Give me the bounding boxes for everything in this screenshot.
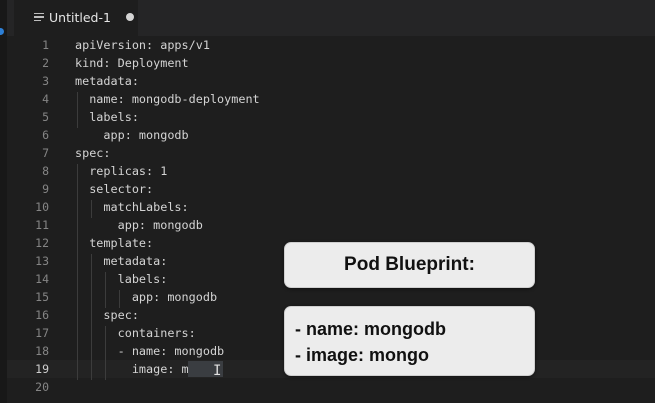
code-text[interactable]: selector: [75,180,153,198]
line-number: 9 [42,182,49,196]
code-text[interactable]: replicas: 1 [75,162,167,180]
line-number: 1 [42,38,49,52]
code-text[interactable]: template: [75,234,153,252]
code-line[interactable]: 3 metadata: [7,72,655,90]
line-number: 5 [42,110,49,124]
code-text[interactable]: metadata: [75,252,167,270]
code-text[interactable]: metadata: [75,72,139,90]
tab-untitled-1[interactable]: Untitled-1 [14,0,138,36]
tab-title: Untitled-1 [49,10,111,25]
code-line[interactable]: 9 selector: [7,180,655,198]
line-number: 6 [42,128,49,142]
text-cursor-icon: I [213,363,222,379]
unsaved-dot-icon[interactable] [126,13,134,21]
code-text[interactable]: apiVersion: apps/v1 [75,36,210,54]
line-number: 15 [35,290,49,304]
line-number: 10 [35,200,49,214]
callout-item-image: - image: mongo [295,345,429,365]
pod-blueprint-callout: Pod Blueprint: [284,242,535,288]
indent-guide [105,272,106,308]
code-line[interactable]: 2 kind: Deployment [7,54,655,72]
code-text[interactable]: app: mongodb [75,216,203,234]
code-text[interactable]: app: mongodb [75,126,188,144]
activity-bar-edge [0,0,7,403]
code-text[interactable]: - name: mongodb [75,342,225,360]
line-number: 3 [42,74,49,88]
code-line[interactable]: 5 labels: [7,108,655,126]
code-line[interactable]: 20 [7,378,655,396]
line-number: 14 [35,272,49,286]
code-text[interactable]: name: mongodb-deployment [75,90,259,108]
indent-guide [77,164,78,380]
indent-guide [77,92,78,128]
activity-indicator-icon [0,28,4,35]
callout-item-name: - name: mongodb [295,319,446,339]
line-number: 12 [35,236,49,250]
indent-guide [91,200,92,218]
line-number: 18 [35,344,49,358]
code-line[interactable]: 10 matchLabels: [7,198,655,216]
code-text[interactable]: containers: [75,324,196,342]
indent-guide [105,326,106,380]
line-number: 20 [35,380,49,394]
code-text[interactable]: matchLabels: [75,198,188,216]
indent-guide [119,290,120,308]
code-line[interactable]: 4 name: mongodb-deployment [7,90,655,108]
code-line[interactable]: 6 app: mongodb [7,126,655,144]
line-number: 4 [42,92,49,106]
file-lines-icon [34,13,44,23]
code-text[interactable]: spec: [75,144,111,162]
pod-spec-callout: - name: mongodb - image: mongo [284,306,535,376]
tab-bar: Untitled-1 [7,0,655,36]
line-number: 16 [35,308,49,322]
code-line[interactable]: 7 spec: [7,144,655,162]
code-text[interactable]: labels: [75,270,168,288]
code-text[interactable]: app: mongodb [75,288,217,306]
code-line[interactable]: 1 apiVersion: apps/v1 [7,36,655,54]
code-line[interactable]: 8 replicas: 1 [7,162,655,180]
code-text[interactable]: labels: [75,108,139,126]
line-number: 7 [42,146,49,160]
line-number: 19 [35,362,49,376]
line-number: 13 [35,254,49,268]
line-number: 17 [35,326,49,340]
callout-title: Pod Blueprint: [344,254,475,275]
code-line[interactable]: 11 app: mongodb [7,216,655,234]
line-number: 11 [35,218,49,232]
indent-guide [91,254,92,380]
code-text[interactable]: spec: [75,306,139,324]
line-number: 8 [42,164,49,178]
code-text[interactable]: kind: Deployment [75,54,189,72]
line-number: 2 [42,56,49,70]
